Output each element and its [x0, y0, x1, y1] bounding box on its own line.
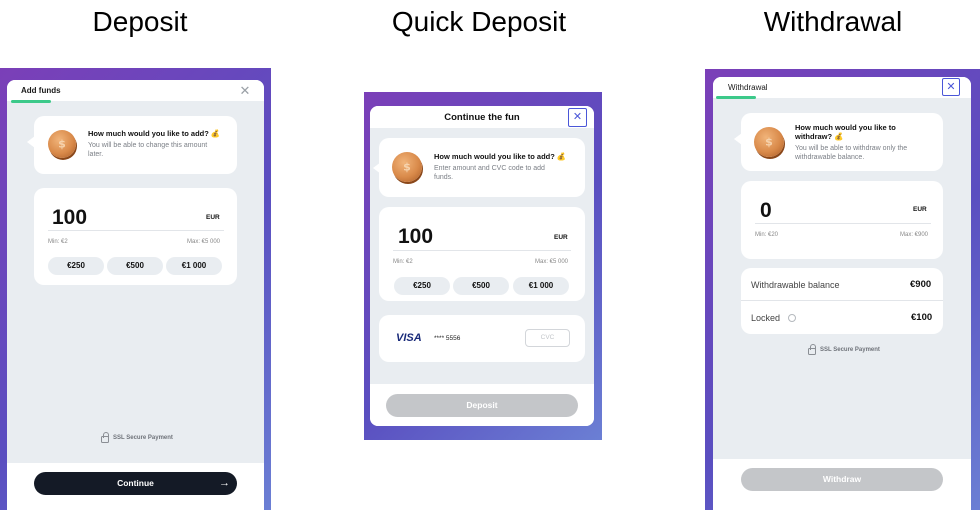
payment-card[interactable]: VISA **** 5556 CVC — [379, 315, 585, 362]
deposit-heading: Deposit — [92, 6, 188, 37]
coin-icon — [48, 130, 76, 158]
min-label: Min: €2 — [48, 239, 68, 245]
question-card: How much would you like to add? 💰 You wi… — [34, 116, 237, 174]
ssl-label: SSL Secure Payment — [113, 435, 173, 441]
quick-modal: Continue the fun ✕ How much would you li… — [370, 106, 594, 426]
amount-card: 0 EUR Min: €20 Max: €900 — [741, 181, 943, 259]
amount-divider — [48, 230, 224, 231]
currency-label: EUR — [206, 214, 220, 221]
locked-label: Locked — [751, 313, 781, 323]
min-label: Min: €20 — [755, 232, 779, 238]
quick-deposit-heading: Quick Deposit — [391, 6, 567, 37]
amount-card: 100 EUR Min: €2 Max: €5 000 €250 €500 €1… — [34, 188, 237, 285]
currency-label: EUR — [913, 206, 927, 213]
question-title: How much would you like to add? 💰 — [88, 129, 221, 138]
question-subtitle: You will be able to withdraw only the wi… — [795, 145, 908, 161]
chip-500[interactable]: €500 — [107, 257, 163, 275]
amount-input[interactable]: 100 — [52, 206, 87, 230]
min-label: Min: €2 — [393, 259, 413, 265]
tab-underline — [11, 100, 51, 103]
balance-divider — [741, 300, 943, 301]
amount-divider — [393, 250, 571, 251]
deposit-modal: Add funds ✕ How much would you like to a… — [7, 80, 264, 510]
close-icon[interactable]: ✕ — [238, 84, 252, 98]
balance-card: Withdrawable balance €900 Locked €100 — [741, 268, 943, 334]
quick-footer: Deposit — [370, 384, 594, 426]
locked-value: €100 — [911, 312, 933, 323]
coin-icon — [754, 127, 784, 157]
withdrawal-heading: Withdrawal — [763, 6, 903, 37]
tab-underline — [716, 96, 756, 99]
withdrawal-modal: Withdrawal ✕ How much would you like to … — [713, 77, 971, 510]
chip-500[interactable]: €500 — [453, 277, 509, 295]
card-number: **** 5556 — [434, 335, 461, 342]
amount-input[interactable]: 0 — [760, 199, 772, 223]
cvc-input[interactable]: CVC — [525, 329, 570, 347]
modal-title: Continue the fun — [444, 112, 520, 123]
lock-icon — [808, 344, 816, 355]
withdraw-button[interactable]: Withdraw — [741, 468, 943, 491]
amount-input[interactable]: 100 — [398, 225, 433, 249]
quick-header: Continue the fun ✕ — [370, 106, 594, 128]
deposit-button[interactable]: Deposit — [386, 394, 578, 417]
question-title: How much would you like to add? 💰 — [434, 152, 567, 161]
info-icon[interactable] — [788, 314, 796, 322]
question-card: How much would you like to withdraw? 💰 Y… — [741, 113, 943, 171]
continue-button[interactable]: Continue — [34, 472, 237, 495]
chip-1000[interactable]: €1 000 — [166, 257, 222, 275]
amount-card: 100 EUR Min: €2 Max: €5 000 €250 €500 €1… — [379, 207, 585, 301]
question-card: How much would you like to add? 💰 Enter … — [379, 138, 585, 197]
visa-logo: VISA — [396, 332, 422, 344]
withdrawable-label: Withdrawable balance — [751, 280, 840, 290]
tab-withdrawal[interactable]: Withdrawal — [728, 83, 768, 92]
withdrawal-header: Withdrawal ✕ — [713, 77, 971, 99]
currency-label: EUR — [554, 234, 568, 241]
amount-divider — [755, 223, 931, 224]
continue-label: Continue — [117, 478, 154, 488]
max-label: Max: €900 — [900, 232, 929, 238]
tab-add-funds[interactable]: Add funds — [21, 86, 61, 95]
question-title: How much would you like to withdraw? 💰 — [795, 123, 896, 141]
close-icon[interactable]: ✕ — [568, 108, 587, 127]
max-label: Max: €5 000 — [187, 239, 221, 245]
close-icon[interactable]: ✕ — [942, 78, 960, 96]
chip-250[interactable]: €250 — [394, 277, 450, 295]
chip-1000[interactable]: €1 000 — [513, 277, 569, 295]
withdrawal-footer: Withdraw — [713, 459, 971, 510]
question-subtitle: You will be able to change this amount l… — [88, 142, 208, 158]
deposit-header: Add funds ✕ — [7, 80, 264, 103]
withdrawable-value: €900 — [910, 279, 932, 290]
chip-250[interactable]: €250 — [48, 257, 104, 275]
lock-icon — [101, 432, 109, 443]
max-label: Max: €5 000 — [535, 259, 569, 265]
ssl-label: SSL Secure Payment — [820, 347, 880, 353]
question-subtitle: Enter amount and CVC code to add funds. — [434, 165, 545, 181]
deposit-footer: Continue → — [7, 463, 264, 510]
arrow-right-icon: → — [219, 477, 230, 489]
coin-icon — [392, 152, 422, 182]
